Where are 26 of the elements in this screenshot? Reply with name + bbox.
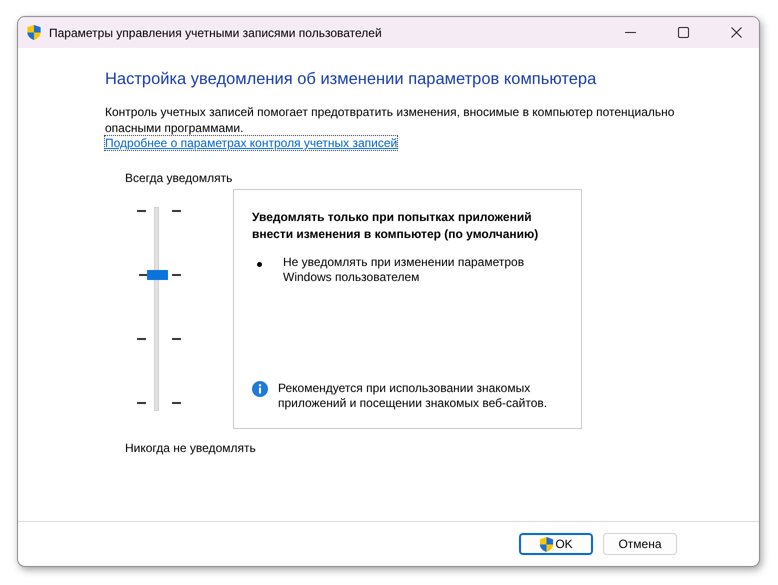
- tick-mark: [137, 338, 146, 340]
- bullet-text: Не уведомлять при изменении параметров Windows пользователем: [283, 255, 526, 285]
- tick-mark: [137, 210, 146, 212]
- bullet-icon: [257, 262, 262, 267]
- tick-mark: [172, 338, 181, 340]
- slider-top-label: Всегда уведомлять: [125, 171, 232, 185]
- dialog-button[interactable]: OK: [519, 533, 593, 555]
- window-title: Параметры управления учетными записями пользователей: [49, 26, 383, 40]
- tick-mark: [172, 402, 181, 404]
- shield-icon: [26, 24, 42, 41]
- recommendation-text: Рекомендуется при использовании знакомых приложений и посещении знакомых веб-сайтов.: [278, 381, 548, 411]
- description-text: Контроль учетных записей помогает предотвратить изменения, вносимые в компьютер потенциально опасными программами.: [105, 104, 676, 136]
- slider-thumb[interactable]: [147, 270, 168, 280]
- tick-mark: [137, 402, 146, 404]
- page-heading: Настройка уведомления об изменении параметров компьютера: [105, 70, 598, 89]
- close-icon[interactable]: [730, 27, 742, 38]
- slider-bottom-label: Никогда не уведомлять: [125, 441, 256, 455]
- info-icon: [252, 381, 268, 397]
- tick-mark: [172, 274, 181, 276]
- info-title: Уведомлять только при попытках приложений внести изменения в компьютер (по умолчанию): [252, 209, 540, 243]
- minimize-icon[interactable]: [624, 32, 636, 33]
- tick-mark: [172, 210, 181, 212]
- maximize-icon[interactable]: [678, 27, 688, 38]
- help-link[interactable]: Подробнее о параметрах контроля учетных записей: [105, 136, 398, 150]
- shield-icon: [539, 536, 554, 552]
- dialog-button[interactable]: Отмена: [603, 533, 677, 555]
